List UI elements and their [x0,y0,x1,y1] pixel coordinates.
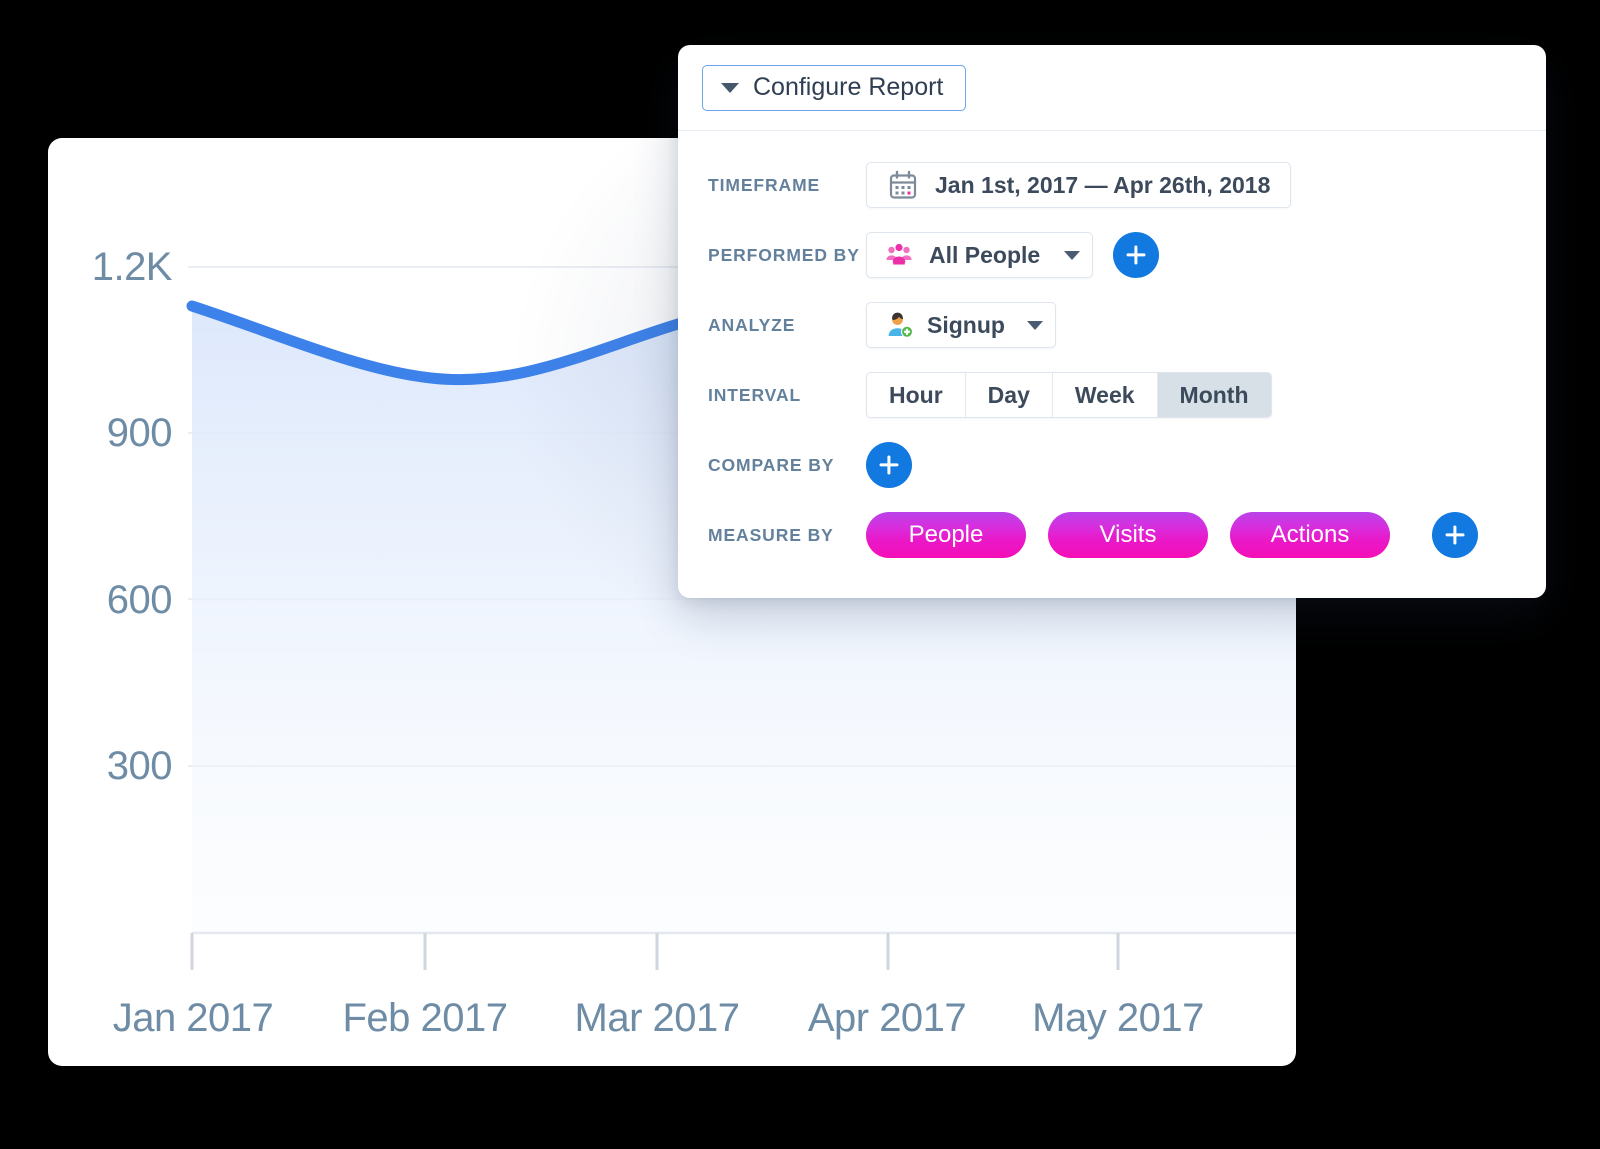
row-performed-by: PERFORMED BY All People [708,227,1546,283]
performed-by-label: PERFORMED BY [708,244,860,265]
interval-option-week[interactable]: Week [1052,373,1158,417]
x-tick-label-feb-2017: Feb 2017 [342,996,508,1040]
row-analyze: ANALYZE Signup [708,297,1546,353]
x-tick-label-may-2017: May 2017 [1032,996,1204,1040]
measure-pill-visits[interactable]: Visits [1048,512,1208,558]
x-tick-label-apr-2017: Apr 2017 [807,996,967,1040]
measure-pill-people[interactable]: People [866,512,1026,558]
measure-by-label: MEASURE BY [708,524,834,545]
timeframe-field[interactable]: Jan 1st, 2017 — Apr 26th, 2018 [866,162,1292,208]
performed-by-field[interactable]: All People [866,232,1094,278]
row-compare-by: COMPARE BY [708,437,1546,493]
configure-report-label: Configure Report [753,73,944,101]
row-interval: INTERVAL Hour Day Week Month [708,367,1546,423]
analyze-value: Signup [927,311,1005,338]
y-tick-label-1200: 1.2K [91,245,173,289]
configure-report-button[interactable]: Configure Report [702,64,967,111]
measure-pill-actions[interactable]: Actions [1230,512,1390,558]
y-tick-label-600: 600 [106,578,173,622]
configure-report-panel: Configure Report TIMEFRAME Jan 1st, 2017… [678,45,1546,598]
timeframe-label: TIMEFRAME [708,174,821,195]
add-measure-by-button[interactable] [1432,512,1478,558]
row-measure-by: MEASURE BY People Visits Actions [708,507,1546,563]
add-performed-by-button[interactable] [1113,232,1160,278]
chevron-down-icon [1026,320,1043,330]
performed-by-value: All People [929,241,1041,268]
x-tick-label-mar-2017: Mar 2017 [574,996,740,1040]
analyze-label: ANALYZE [708,314,796,335]
add-compare-by-button[interactable] [866,442,912,488]
interval-option-hour[interactable]: Hour [867,373,966,417]
screenshot-root: 1.2K 900 600 300 Jan 2017 Feb 2017 Mar 2… [0,0,1600,1149]
measure-by-pill-group: People Visits Actions [866,512,1478,558]
chevron-down-icon [1064,250,1081,260]
people-group-icon [886,243,912,265]
person-add-icon [888,312,913,338]
panel-header: Configure Report [678,45,1546,131]
interval-option-day[interactable]: Day [965,373,1053,417]
row-timeframe: TIMEFRAME Jan 1st, 2017 — Apr 26th, 2018 [708,157,1546,213]
y-tick-label-900: 900 [106,411,173,455]
chart-x-axis [190,931,1296,970]
calendar-icon [889,170,917,199]
compare-by-label: COMPARE BY [708,454,835,475]
x-tick-label-jan-2017: Jan 2017 [112,996,274,1040]
interval-segmented-control: Hour Day Week Month [866,372,1272,418]
panel-body: TIMEFRAME Jan 1st, 2017 — Apr 26th, 2018… [678,131,1546,563]
y-tick-label-300: 300 [106,744,173,788]
interval-label: INTERVAL [708,384,802,405]
interval-option-month[interactable]: Month [1157,373,1271,417]
timeframe-value: Jan 1st, 2017 — Apr 26th, 2018 [935,171,1271,198]
caret-down-icon [721,82,739,93]
analyze-field[interactable]: Signup [866,302,1056,348]
